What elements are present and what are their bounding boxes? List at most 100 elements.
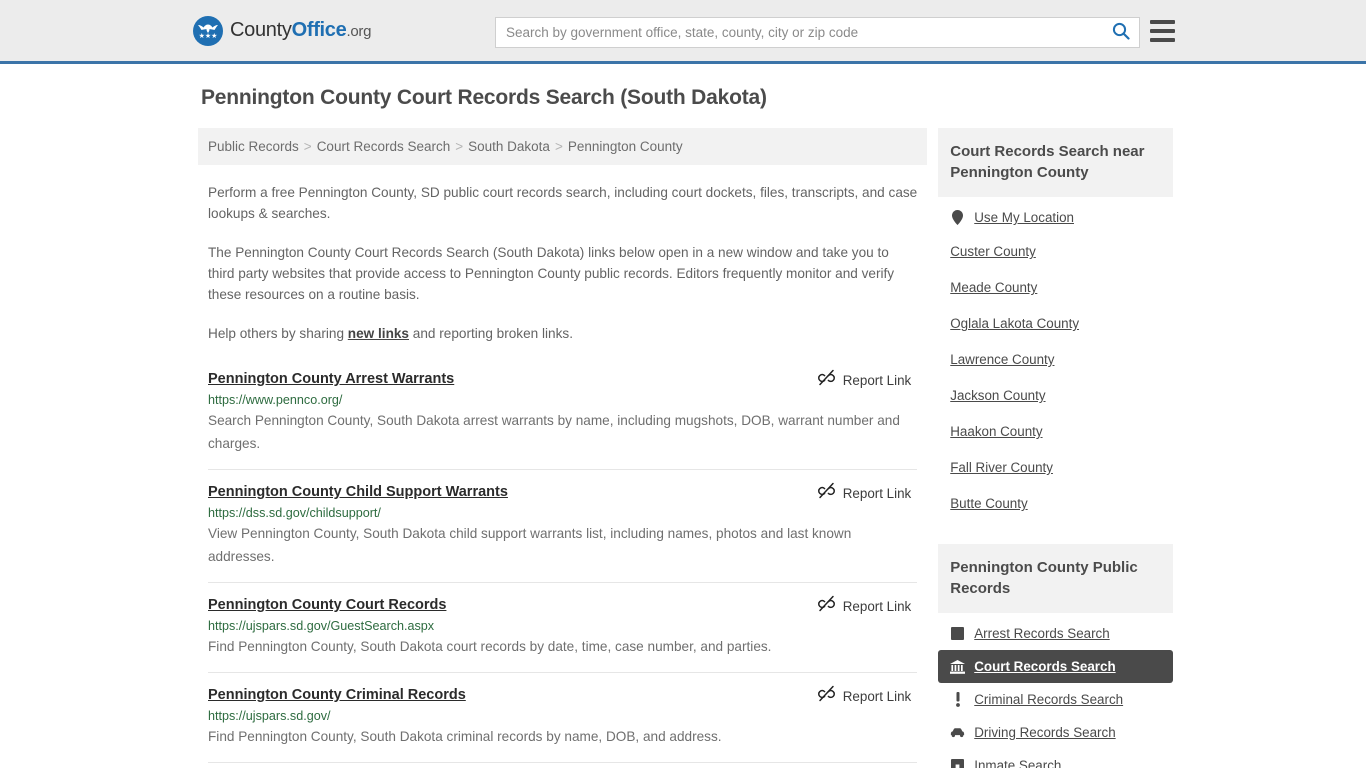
report-link-label: Report Link: [843, 599, 911, 614]
hamburger-menu-icon[interactable]: [1150, 20, 1175, 42]
intro-paragraph-1: Perform a free Pennington County, SD pub…: [208, 182, 917, 224]
sidebar-county-label: Butte County: [950, 496, 1027, 511]
sidebar-record-label: Arrest Records Search: [974, 626, 1109, 641]
use-my-location-button[interactable]: Use My Location: [938, 201, 1173, 234]
result-item: Pennington County Probate RecordsReport …: [208, 762, 917, 768]
public-records-heading: Pennington County Public Records: [938, 544, 1173, 613]
intro-paragraph-2: The Pennington County Court Records Sear…: [208, 242, 917, 305]
sidebar-record-item[interactable]: Criminal Records Search: [938, 683, 1173, 716]
result-title-link[interactable]: Pennington County Court Records: [208, 597, 446, 613]
car-icon: [950, 725, 965, 740]
sidebar-county-link[interactable]: Haakon County: [938, 414, 1173, 450]
sidebar-county-link[interactable]: Fall River County: [938, 450, 1173, 486]
breadcrumb-item-0[interactable]: Public Records: [208, 139, 299, 154]
breadcrumb: Public Records > Court Records Search > Sout…: [198, 128, 927, 165]
nearby-counties-list: Use My Location Custer County Meade Count…: [938, 197, 1173, 522]
sidebar-county-label: Haakon County: [950, 424, 1042, 439]
result-description: Search Pennington County, South Dakota a…: [208, 409, 908, 455]
result-item: Pennington County Criminal Records https:…: [208, 672, 917, 762]
content-container: Pennington County Court Records Search (…: [193, 86, 1173, 768]
search-bar: [495, 17, 1140, 48]
columns: Public Records > Court Records Search > Sout…: [193, 128, 1173, 768]
broken-link-icon: [818, 369, 835, 391]
result-item: Pennington County Court Records https://u…: [208, 582, 917, 672]
site-logo[interactable]: ★★★ CountyOffice.org: [193, 16, 371, 46]
public-records-panel: Pennington County Public Records Arrest …: [938, 544, 1173, 768]
breadcrumb-item-1[interactable]: Court Records Search: [317, 139, 451, 154]
sidebar-record-item[interactable]: Court Records Search: [938, 650, 1173, 683]
page-title: Pennington County Court Records Search (…: [201, 86, 1173, 110]
jail-building-icon: [950, 758, 965, 768]
hamburger-bar: [1150, 20, 1175, 24]
report-link-button[interactable]: Report Link: [818, 595, 911, 617]
sidebar-county-label: Oglala Lakota County: [950, 316, 1079, 331]
hamburger-bar: [1150, 29, 1175, 33]
intro-p3-after: and reporting broken links.: [409, 326, 573, 341]
search-icon: [1112, 22, 1130, 43]
sidebar-record-label: Court Records Search: [974, 659, 1115, 674]
result-title-link[interactable]: Pennington County Arrest Warrants: [208, 371, 454, 387]
report-link-label: Report Link: [843, 486, 911, 501]
sidebar-record-item[interactable]: Inmate Search: [938, 749, 1173, 768]
intro-p3-before: Help others by sharing: [208, 326, 348, 341]
nearby-counties-panel: Court Records Search near Pennington Cou…: [938, 128, 1173, 522]
sidebar-county-label: Lawrence County: [950, 352, 1054, 367]
page-wrapper: Pennington County Court Records Search (…: [0, 64, 1366, 768]
sidebar-county-link[interactable]: Custer County: [938, 234, 1173, 270]
fingerprint-square-icon: [950, 626, 965, 641]
report-link-label: Report Link: [843, 689, 911, 704]
public-records-list: Arrest Records Search Court Records Searc…: [938, 613, 1173, 768]
breadcrumb-item-2[interactable]: South Dakota: [468, 139, 550, 154]
sidebar-record-item[interactable]: Arrest Records Search: [938, 617, 1173, 650]
sidebar-county-label: Meade County: [950, 280, 1037, 295]
logo-text-office: Office: [292, 19, 347, 41]
search-button[interactable]: [1103, 18, 1139, 47]
breadcrumb-item-3: Pennington County: [568, 139, 683, 154]
courthouse-icon: [950, 659, 965, 674]
result-description: View Pennington County, South Dakota chi…: [208, 522, 908, 568]
sidebar-county-link[interactable]: Jackson County: [938, 378, 1173, 414]
broken-link-icon: [818, 482, 835, 504]
report-link-button[interactable]: Report Link: [818, 685, 911, 707]
result-title-link[interactable]: Pennington County Child Support Warrants: [208, 484, 508, 500]
result-item: Pennington County Child Support Warrants…: [208, 469, 917, 582]
search-input[interactable]: [496, 18, 1103, 47]
logo-text-org: .org: [346, 23, 371, 40]
map-pin-icon: [950, 210, 965, 225]
sidebar-record-item[interactable]: Driving Records Search: [938, 716, 1173, 749]
new-links-link[interactable]: new links: [348, 326, 409, 341]
site-header: ★★★ CountyOffice.org: [0, 0, 1366, 64]
breadcrumb-separator: >: [304, 139, 312, 154]
result-description: Find Pennington County, South Dakota cou…: [208, 635, 908, 658]
sidebar-record-label: Driving Records Search: [974, 725, 1115, 740]
sidebar-county-link[interactable]: Lawrence County: [938, 342, 1173, 378]
breadcrumb-separator: >: [455, 139, 463, 154]
result-url: https://www.pennco.org/: [208, 393, 917, 407]
result-title-link[interactable]: Pennington County Criminal Records: [208, 687, 466, 703]
breadcrumb-separator: >: [555, 139, 563, 154]
result-item: Pennington County Arrest Warrants https:/…: [208, 366, 917, 469]
county-links: Custer County Meade County Oglala Lakota C…: [938, 234, 1173, 522]
report-link-button[interactable]: Report Link: [818, 369, 911, 391]
sidebar-county-link[interactable]: Butte County: [938, 486, 1173, 522]
logo-text: CountyOffice.org: [230, 19, 371, 42]
hamburger-bar: [1150, 38, 1175, 42]
exclamation-icon: [950, 692, 965, 707]
result-url: https://dss.sd.gov/childsupport/: [208, 506, 917, 520]
sidebar: Court Records Search near Pennington Cou…: [938, 128, 1173, 768]
logo-text-county: County: [230, 19, 292, 41]
sidebar-county-label: Custer County: [950, 244, 1036, 259]
main-column: Public Records > Court Records Search > Sout…: [198, 128, 927, 768]
sidebar-record-label: Criminal Records Search: [974, 692, 1123, 707]
result-url: https://ujspars.sd.gov/GuestSearch.aspx: [208, 619, 917, 633]
nearby-counties-heading: Court Records Search near Pennington Cou…: [938, 128, 1173, 197]
report-link-button[interactable]: Report Link: [818, 482, 911, 504]
sidebar-county-link[interactable]: Meade County: [938, 270, 1173, 306]
use-my-location-label: Use My Location: [974, 210, 1074, 225]
sidebar-county-link[interactable]: Oglala Lakota County: [938, 306, 1173, 342]
result-url: https://ujspars.sd.gov/: [208, 709, 917, 723]
sidebar-county-label: Fall River County: [950, 460, 1053, 475]
broken-link-icon: [818, 685, 835, 707]
eagle-seal-icon: ★★★: [193, 16, 223, 46]
result-description: Find Pennington County, South Dakota cri…: [208, 725, 908, 748]
